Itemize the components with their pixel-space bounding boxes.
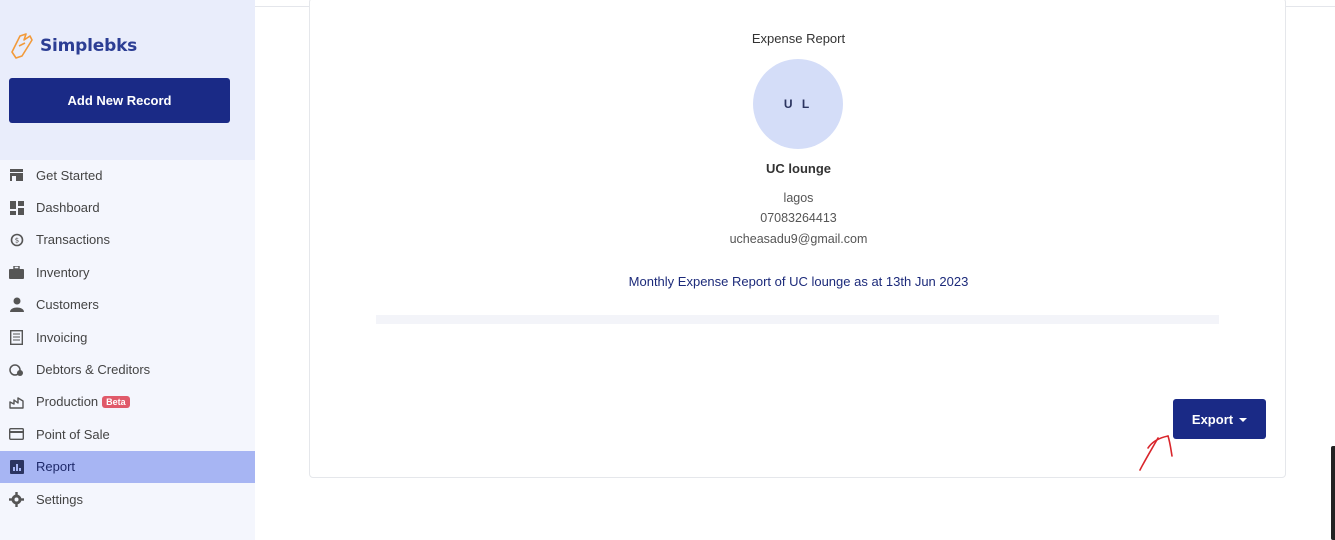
business-phone: 07083264413	[760, 211, 837, 225]
simplebks-logo-icon	[11, 33, 33, 59]
sidebar-item-point-of-sale[interactable]: Point of Sale	[0, 418, 255, 450]
business-avatar: U L	[753, 59, 843, 149]
sidebar-item-production[interactable]: Production Beta	[0, 386, 255, 418]
debtors-icon	[9, 362, 24, 377]
export-button[interactable]: Export	[1173, 399, 1266, 439]
invoice-icon	[9, 329, 24, 345]
sidebar-header: Simplebks Add New Record	[0, 0, 255, 160]
business-location: lagos	[783, 191, 814, 205]
add-new-record-button[interactable]: Add New Record	[9, 78, 230, 123]
brand-name: Simplebks	[40, 36, 138, 56]
business-email: ucheasadu9@gmail.com	[729, 232, 868, 246]
sidebar-item-label: Report	[36, 459, 76, 475]
dashboard-icon	[9, 200, 24, 215]
brand-logo[interactable]: Simplebks	[10, 32, 137, 60]
report-table-header	[376, 315, 1219, 324]
production-icon	[9, 394, 24, 409]
beta-badge: Beta	[102, 395, 130, 408]
sidebar-item-transactions[interactable]: $ Transactions	[0, 224, 255, 256]
sidebar-item-label: Customers	[36, 297, 99, 313]
window-edge	[1331, 446, 1335, 540]
sidebar-item-label: Point of Sale	[36, 426, 110, 442]
sidebar: Simplebks Add New Record Get Started Das…	[0, 0, 255, 540]
sidebar-item-label: Get Started	[36, 167, 103, 183]
gear-icon	[9, 491, 24, 507]
sidebar-item-label: Debtors & Creditors	[36, 362, 151, 378]
annotation-arrow-icon	[1139, 435, 1173, 471]
sidebar-item-label: Dashboard	[36, 200, 100, 216]
store-icon	[9, 168, 24, 183]
business-name: UC lounge	[766, 161, 831, 176]
sidebar-item-debtors-creditors[interactable]: Debtors & Creditors	[0, 353, 255, 385]
sidebar-item-label: Production	[36, 394, 99, 410]
sidebar-item-label: Inventory	[36, 264, 90, 280]
sidebar-item-dashboard[interactable]: Dashboard	[0, 191, 255, 223]
export-label: Export	[1191, 411, 1234, 427]
svg-text:$: $	[14, 236, 18, 244]
transactions-icon: $	[9, 232, 24, 247]
report-title: Expense Report	[751, 31, 846, 46]
report-summary: Monthly Expense Report of UC lounge as a…	[628, 274, 969, 289]
sidebar-item-inventory[interactable]: Inventory	[0, 256, 255, 288]
user-icon	[9, 297, 24, 313]
report-card: Expense Report U L UC lounge lagos 07083…	[309, 0, 1286, 478]
report-icon	[9, 459, 24, 474]
card-icon	[9, 427, 24, 442]
sidebar-nav: Get Started Dashboard $ Transactions Inv…	[0, 159, 255, 515]
sidebar-item-label: Settings	[36, 491, 83, 507]
sidebar-item-report[interactable]: Report	[0, 450, 255, 483]
sidebar-item-label: Transactions	[36, 232, 110, 248]
app-root: Simplebks Add New Record Get Started Das…	[0, 0, 1335, 540]
sidebar-item-invoicing[interactable]: Invoicing	[0, 321, 255, 353]
sidebar-item-customers[interactable]: Customers	[0, 289, 255, 321]
sidebar-item-label: Invoicing	[36, 329, 88, 345]
sidebar-item-get-started[interactable]: Get Started	[0, 159, 255, 191]
briefcase-icon	[9, 265, 24, 280]
caret-down-icon	[1239, 417, 1248, 422]
sidebar-item-settings[interactable]: Settings	[0, 483, 255, 515]
